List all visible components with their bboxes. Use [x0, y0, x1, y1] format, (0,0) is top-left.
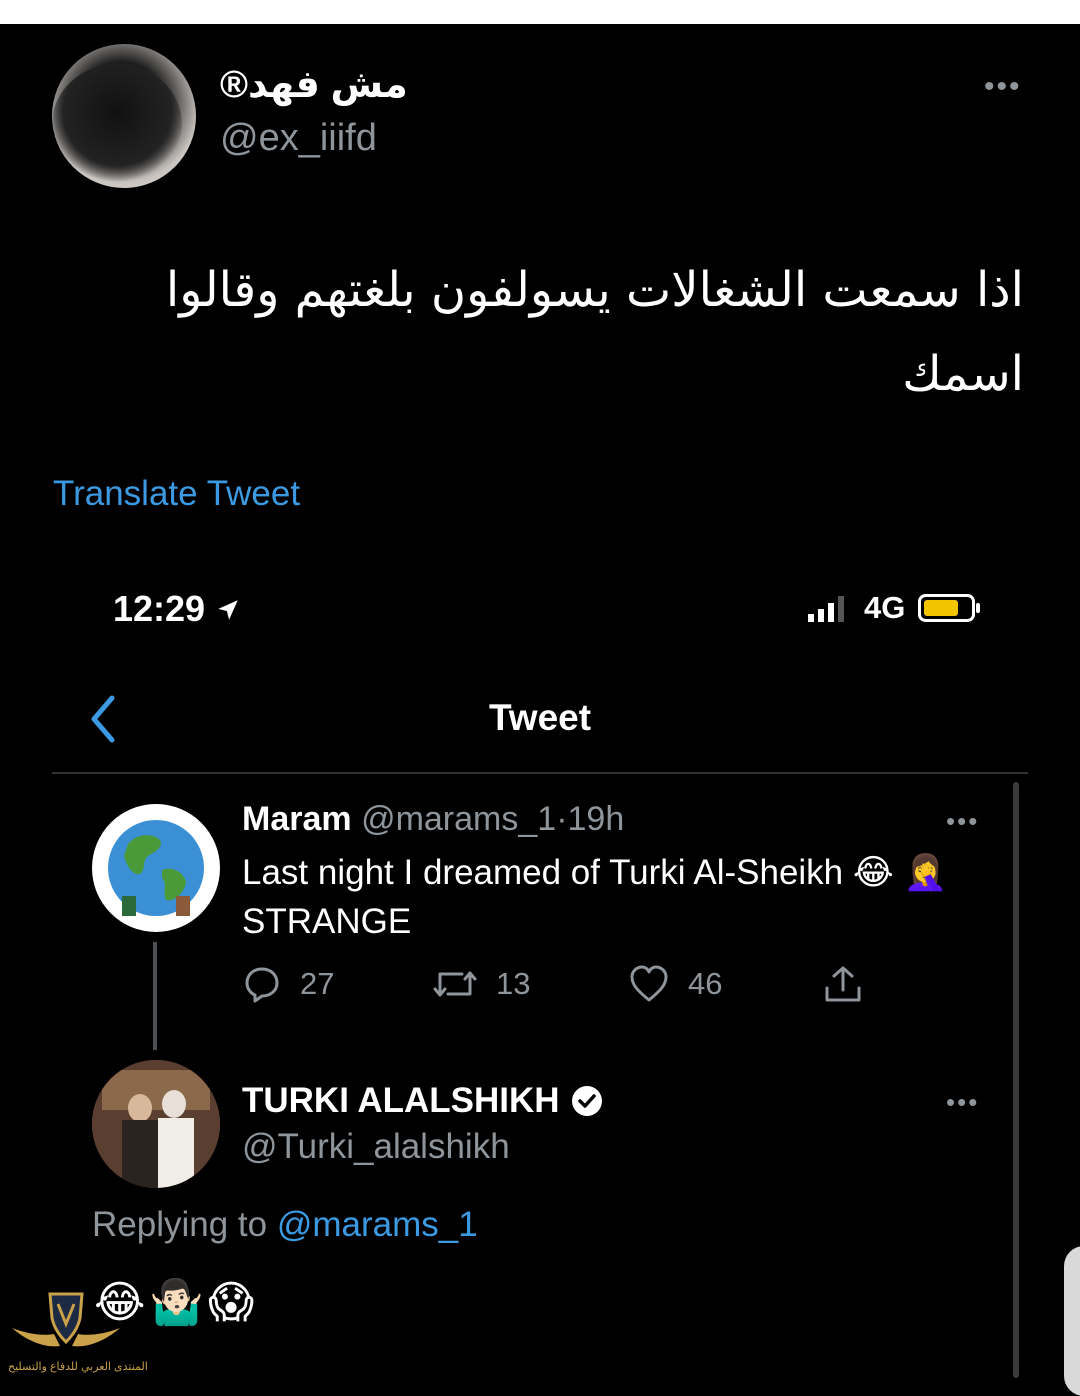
nav-title: Tweet [488, 697, 592, 738]
author-display-name[interactable]: مش فهد® [220, 62, 408, 107]
like-button[interactable]: 46 [628, 964, 722, 1004]
back-chevron-icon[interactable] [86, 694, 120, 744]
location-arrow-icon [218, 600, 238, 620]
translate-tweet-link[interactable]: Translate Tweet [53, 474, 300, 514]
like-icon [630, 965, 668, 1002]
replying-mention-link[interactable]: @marams_1 [277, 1205, 478, 1244]
more-icon[interactable]: ••• [984, 70, 1022, 104]
maram-age: 19h [567, 800, 625, 838]
turki-more-icon[interactable]: ••• [946, 1087, 979, 1118]
like-count: 46 [688, 966, 723, 1001]
scrollbar[interactable] [1013, 782, 1019, 1378]
retweet-icon [433, 971, 477, 997]
status-time-text: 12:29 [113, 588, 206, 629]
author-handle[interactable]: @ex_iiifd [220, 117, 377, 160]
share-button[interactable] [822, 964, 864, 1004]
top-white-strip [0, 0, 1080, 24]
reply-icon [245, 967, 279, 1003]
reply-count: 27 [300, 966, 335, 1001]
turki-name-row: TURKI ALALSHIKH [242, 1081, 604, 1121]
verified-badge-icon [571, 1086, 602, 1116]
signal-icon [808, 596, 844, 622]
maram-header: Maram @marams_1·19h [242, 800, 624, 839]
retweet-button[interactable]: 13 [432, 964, 530, 1004]
reply-button[interactable]: 27 [242, 964, 334, 1004]
avatar-photo [92, 1060, 220, 1188]
maram-more-icon[interactable]: ••• [946, 806, 979, 837]
maram-name[interactable]: Maram [242, 800, 352, 838]
maram-avatar[interactable] [92, 804, 220, 932]
retweet-count: 13 [496, 966, 531, 1001]
share-icon [825, 966, 861, 1002]
turki-handle[interactable]: @Turki_alalshikh [242, 1127, 510, 1167]
replying-prefix: Replying to [92, 1205, 268, 1244]
earth-icon [108, 820, 204, 916]
battery-icon [918, 594, 980, 622]
watermark-text: المنتدى العربي للدفاع والتسليح [8, 1361, 148, 1373]
network-type: 4G [864, 590, 906, 625]
tweet-text: اذا سمعت الشغالات يسولفون بلغتهم وقالوا … [165, 262, 1024, 402]
edge-artifact [1064, 1246, 1080, 1396]
maram-handle[interactable]: @marams_1 [361, 800, 556, 838]
nav-divider [52, 772, 1028, 774]
thread-line [153, 942, 157, 1050]
turki-name[interactable]: TURKI ALALSHIKH [242, 1081, 560, 1121]
status-time: 12:29 [113, 588, 241, 630]
replying-to: Replying to @marams_1 [92, 1205, 478, 1245]
turki-avatar[interactable] [92, 1060, 220, 1188]
author-avatar[interactable] [52, 44, 196, 188]
maram-separator: · [556, 800, 568, 838]
maram-tweet-text: Last night I dreamed of Turki Al-Sheikh … [242, 853, 948, 941]
